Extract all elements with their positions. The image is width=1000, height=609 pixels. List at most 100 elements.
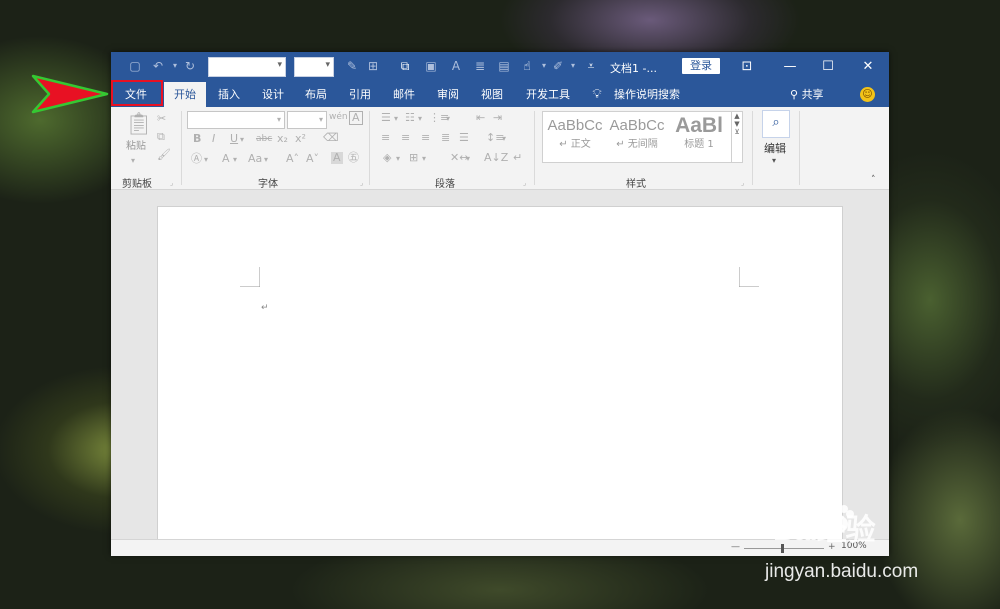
numbering-icon[interactable]: ☷: [405, 112, 415, 124]
ribbon-display-icon[interactable]: ⊡: [737, 57, 757, 77]
tab-insert[interactable]: 插入: [210, 82, 248, 107]
increase-indent-icon[interactable]: ⇥: [493, 112, 502, 124]
distributed-icon[interactable]: ☰: [459, 132, 469, 144]
more-styles-icon[interactable]: ⊻: [732, 128, 742, 136]
clear-formatting-icon[interactable]: ⌫: [323, 132, 339, 144]
draw-dropdown-icon[interactable]: ▾: [566, 59, 580, 73]
frame-icon[interactable]: ▣: [424, 59, 438, 73]
qat-font-size-box[interactable]: ▾: [294, 57, 334, 77]
numbering-dropdown-icon[interactable]: ▾: [418, 113, 422, 125]
shrink-font-icon[interactable]: A˅: [306, 153, 319, 165]
clipboard-launcher-icon[interactable]: ⌟: [170, 177, 173, 189]
subscript-icon[interactable]: x₂: [277, 133, 288, 145]
shape-icon[interactable]: ⊞: [366, 59, 380, 73]
borders-dropdown-icon[interactable]: ▾: [422, 153, 426, 165]
tab-review[interactable]: 审阅: [430, 82, 466, 107]
italic-icon[interactable]: I: [212, 133, 215, 145]
tab-developer[interactable]: 开发工具: [519, 82, 577, 107]
customize-qat-icon[interactable]: ⩡: [584, 59, 598, 73]
scroll-up-icon[interactable]: ▲: [732, 112, 742, 120]
smiley-feedback-icon[interactable]: ☺: [860, 87, 875, 102]
paste-dropdown-icon[interactable]: ▾: [131, 155, 135, 167]
document-page[interactable]: ↵: [157, 206, 843, 541]
line-spacing-dropdown-icon[interactable]: ▾: [502, 133, 506, 145]
justify-icon[interactable]: ≣: [441, 132, 450, 144]
tab-design[interactable]: 设计: [254, 82, 292, 107]
tab-layout[interactable]: 布局: [298, 82, 334, 107]
change-case-icon[interactable]: Aa: [248, 153, 262, 165]
scroll-down-icon[interactable]: ▼: [732, 120, 742, 128]
editing-label[interactable]: 编辑: [764, 140, 786, 156]
bullets-icon[interactable]: ☰: [381, 112, 391, 124]
login-button[interactable]: 登录: [682, 58, 720, 74]
layout-icon[interactable]: ⧉: [398, 59, 412, 73]
copy-icon[interactable]: ⧉: [157, 131, 165, 143]
sort-icon[interactable]: A↓Z: [484, 152, 508, 164]
font-color-dropdown-icon[interactable]: ▾: [233, 154, 237, 166]
editing-dropdown-icon[interactable]: ▾: [772, 155, 776, 167]
text-effects-icon[interactable]: Ⓐ: [191, 153, 202, 165]
draw-icon[interactable]: ✐: [551, 59, 565, 73]
superscript-icon[interactable]: x²: [295, 133, 306, 145]
tab-mailings[interactable]: 邮件: [386, 82, 422, 107]
show-marks-icon[interactable]: ↵: [513, 152, 522, 164]
phonetic-guide-icon[interactable]: wén: [329, 111, 348, 123]
minimize-icon[interactable]: —: [780, 57, 800, 77]
font-launcher-icon[interactable]: ⌟: [360, 177, 363, 189]
style-no-spacing[interactable]: AaBbCc ↵ 无间隔: [607, 114, 667, 158]
collapse-ribbon-icon[interactable]: ˄: [871, 175, 876, 185]
align-left-icon[interactable]: ≡: [381, 132, 390, 144]
char-shading-icon[interactable]: A: [331, 152, 343, 164]
tab-view[interactable]: 视图: [474, 82, 510, 107]
font-color-icon[interactable]: A: [222, 153, 230, 165]
zoom-out-icon[interactable]: —: [731, 542, 740, 552]
style-heading-1[interactable]: AaBl 标题 1: [669, 114, 729, 158]
underline-dropdown-icon[interactable]: ▾: [240, 134, 244, 146]
decrease-indent-icon[interactable]: ⇤: [476, 112, 485, 124]
search-icon[interactable]: ⌕: [762, 110, 790, 138]
grow-font-icon[interactable]: A˄: [286, 153, 299, 165]
paragraph-launcher-icon[interactable]: ⌟: [523, 177, 526, 189]
bullets-dropdown-icon[interactable]: ▾: [394, 113, 398, 125]
touch-dropdown-icon[interactable]: ▾: [537, 59, 551, 73]
undo-dropdown-icon[interactable]: ▾: [168, 59, 182, 73]
list-icon[interactable]: ≣: [473, 59, 487, 73]
change-case-dropdown-icon[interactable]: ▾: [264, 154, 268, 166]
font-name-field[interactable]: ▾: [187, 111, 285, 129]
tab-references[interactable]: 引用: [342, 82, 378, 107]
redo-icon[interactable]: ↻: [183, 59, 197, 73]
maximize-icon[interactable]: ☐: [818, 57, 838, 77]
text-effects-dropdown-icon[interactable]: ▾: [204, 154, 208, 166]
tell-me-search[interactable]: 操作说明搜索: [612, 82, 682, 107]
align-center-icon[interactable]: ≡: [401, 132, 410, 144]
close-icon[interactable]: ✕: [858, 57, 878, 77]
touch-mode-icon[interactable]: ☝: [520, 59, 534, 73]
table-icon[interactable]: ▤: [497, 59, 511, 73]
font-size-field[interactable]: ▾: [287, 111, 327, 129]
chinese-layout-dropdown-icon[interactable]: ▾: [466, 153, 470, 165]
char-border-icon[interactable]: A: [349, 111, 363, 125]
styles-gallery-scroll[interactable]: ▲ ▼ ⊻: [731, 111, 743, 163]
bold-icon[interactable]: B: [193, 133, 201, 145]
text-icon[interactable]: A: [449, 59, 463, 73]
qat-font-name-box[interactable]: ▾: [208, 57, 286, 77]
shading-dropdown-icon[interactable]: ▾: [396, 153, 400, 165]
save-icon[interactable]: ▢: [128, 59, 142, 73]
multilevel-dropdown-icon[interactable]: ▾: [446, 113, 450, 125]
cut-icon[interactable]: ✂: [157, 113, 166, 125]
paste-icon[interactable]: 📋︎: [125, 113, 153, 137]
tab-home[interactable]: 开始: [164, 82, 206, 107]
undo-icon[interactable]: ↶: [151, 59, 165, 73]
share-button[interactable]: ⚲ 共享: [790, 82, 824, 107]
borders-icon[interactable]: ⊞: [409, 152, 418, 164]
format-painter-icon[interactable]: 🖌︎: [157, 149, 171, 161]
align-right-icon[interactable]: ≡: [421, 132, 430, 144]
style-normal[interactable]: AaBbCc ↵ 正文: [545, 114, 605, 158]
format-painter-icon[interactable]: ✎: [345, 59, 359, 73]
shading-icon[interactable]: ◈: [383, 152, 391, 164]
enclose-char-icon[interactable]: ㊄: [348, 152, 359, 164]
paste-label[interactable]: 粘贴: [126, 141, 146, 153]
underline-icon[interactable]: U: [230, 133, 238, 145]
styles-launcher-icon[interactable]: ⌟: [741, 177, 744, 189]
strikethrough-icon[interactable]: abc: [256, 133, 272, 145]
